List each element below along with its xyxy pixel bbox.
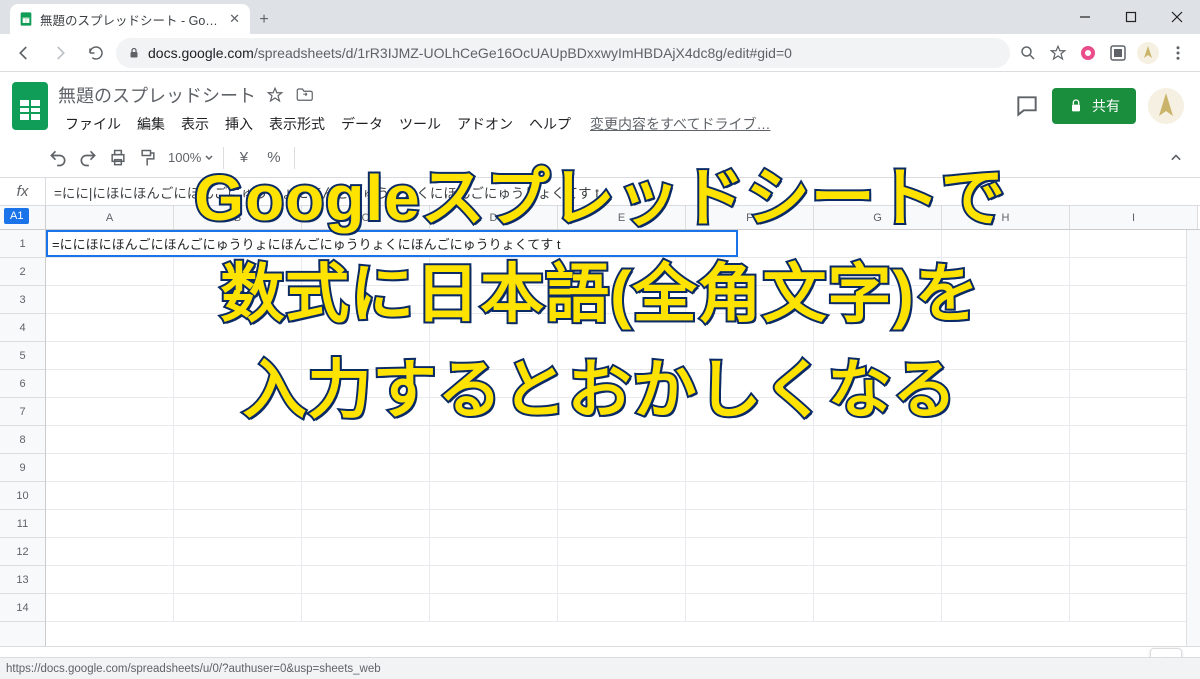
menu-addons[interactable]: アドオン [450, 110, 520, 138]
bookmark-star-icon[interactable] [1044, 39, 1072, 67]
share-button[interactable]: 共有 [1052, 88, 1136, 124]
column-header-G[interactable]: G [814, 206, 942, 229]
kebab-menu-icon[interactable] [1164, 39, 1192, 67]
toolbar: 100% ¥ % [0, 138, 1200, 178]
row-header-14[interactable]: 14 [0, 594, 45, 622]
url-text: docs.google.com/spreadsheets/d/1rR3IJMZ-… [148, 45, 792, 61]
row-header-5[interactable]: 5 [0, 342, 45, 370]
lock-icon [128, 46, 140, 60]
column-header-H[interactable]: H [942, 206, 1070, 229]
formula-input[interactable]: =にに|にほにほんごにほんごにゅうりょにほんごにゅうりょくにほんごにゅうりょくて… [46, 182, 1200, 202]
row-header-13[interactable]: 13 [0, 566, 45, 594]
lock-icon [1068, 98, 1084, 114]
column-header-A[interactable]: A [46, 206, 174, 229]
window-titlebar: 無題のスプレッドシート - Google スプ ✕ + [0, 0, 1200, 34]
share-label: 共有 [1092, 96, 1120, 116]
row-header-11[interactable]: 11 [0, 510, 45, 538]
row-header-8[interactable]: 8 [0, 426, 45, 454]
tab-title: 無題のスプレッドシート - Google スプ [40, 10, 223, 29]
menu-file[interactable]: ファイル [58, 110, 128, 138]
paint-format-button[interactable] [134, 144, 162, 172]
comments-icon[interactable] [1014, 93, 1040, 119]
row-header-9[interactable]: 9 [0, 454, 45, 482]
menu-data[interactable]: データ [334, 110, 390, 138]
name-box[interactable]: A1 [0, 206, 46, 229]
row-header-3[interactable]: 3 [0, 286, 45, 314]
undo-button[interactable] [44, 144, 72, 172]
row-header-10[interactable]: 10 [0, 482, 45, 510]
spreadsheet-grid[interactable]: A1 ABCDEFGHI 1234567891011121314 =ににほにほん… [0, 206, 1200, 646]
sheets-favicon [18, 11, 34, 27]
row-header-4[interactable]: 4 [0, 314, 45, 342]
formula-bar: fx =にに|にほにほんごにほんごにゅうりょにほんごにゅうりょくにほんごにゅうり… [0, 178, 1200, 206]
new-tab-button[interactable]: + [250, 6, 278, 34]
window-minimize-button[interactable] [1062, 0, 1108, 34]
move-to-folder-icon[interactable] [294, 86, 314, 104]
menu-help[interactable]: ヘルプ [522, 110, 578, 138]
row-header-7[interactable]: 7 [0, 398, 45, 426]
row-header-12[interactable]: 12 [0, 538, 45, 566]
account-avatar[interactable] [1148, 88, 1184, 124]
profile-avatar-icon[interactable] [1134, 39, 1162, 67]
print-button[interactable] [104, 144, 132, 172]
extension-icon-2[interactable] [1104, 39, 1132, 67]
save-status[interactable]: 変更内容をすべてドライブ… [590, 114, 770, 134]
menu-bar: ファイル 編集 表示 挿入 表示形式 データ ツール アドオン ヘルプ 変更内容… [58, 110, 1006, 138]
back-button[interactable] [8, 37, 40, 69]
star-outline-icon[interactable] [266, 86, 284, 104]
menu-view[interactable]: 表示 [174, 110, 216, 138]
percent-button[interactable]: % [260, 144, 288, 172]
zoom-dropdown[interactable]: 100% [164, 144, 217, 172]
row-header-6[interactable]: 6 [0, 370, 45, 398]
sheets-logo-icon[interactable] [10, 80, 50, 132]
row-header-1[interactable]: 1 [0, 230, 45, 258]
currency-button[interactable]: ¥ [230, 144, 258, 172]
column-header-E[interactable]: E [558, 206, 686, 229]
column-header-I[interactable]: I [1070, 206, 1198, 229]
vertical-scrollbar[interactable] [1186, 230, 1200, 646]
menu-format[interactable]: 表示形式 [262, 110, 332, 138]
tab-close-icon[interactable]: ✕ [229, 11, 240, 27]
window-maximize-button[interactable] [1108, 0, 1154, 34]
menu-tools[interactable]: ツール [392, 110, 448, 138]
zoom-indicator-icon[interactable] [1014, 39, 1042, 67]
active-cell-a1[interactable]: =ににほにほんごにほんごにゅうりょにほんごにゅうりょくにほんごにゅうりょくてす … [46, 230, 738, 257]
column-header-F[interactable]: F [686, 206, 814, 229]
column-header-B[interactable]: B [174, 206, 302, 229]
window-close-button[interactable] [1154, 0, 1200, 34]
address-bar: docs.google.com/spreadsheets/d/1rR3IJMZ-… [0, 34, 1200, 72]
url-input[interactable]: docs.google.com/spreadsheets/d/1rR3IJMZ-… [116, 38, 1010, 68]
fx-icon[interactable]: fx [0, 178, 46, 205]
column-header-C[interactable]: C [302, 206, 430, 229]
collapse-toolbar-button[interactable] [1162, 144, 1190, 172]
sheets-header: 無題のスプレッドシート ファイル 編集 表示 挿入 表示形式 データ ツール ア… [0, 72, 1200, 138]
extension-icon-1[interactable] [1074, 39, 1102, 67]
row-header-2[interactable]: 2 [0, 258, 45, 286]
redo-button[interactable] [74, 144, 102, 172]
forward-button[interactable] [44, 37, 76, 69]
menu-insert[interactable]: 挿入 [218, 110, 260, 138]
browser-status-bar: https://docs.google.com/spreadsheets/u/0… [0, 657, 1200, 679]
browser-tab[interactable]: 無題のスプレッドシート - Google スプ ✕ [10, 4, 250, 34]
document-title[interactable]: 無題のスプレッドシート [58, 82, 256, 108]
menu-edit[interactable]: 編集 [130, 110, 172, 138]
column-header-D[interactable]: D [430, 206, 558, 229]
reload-button[interactable] [80, 37, 112, 69]
